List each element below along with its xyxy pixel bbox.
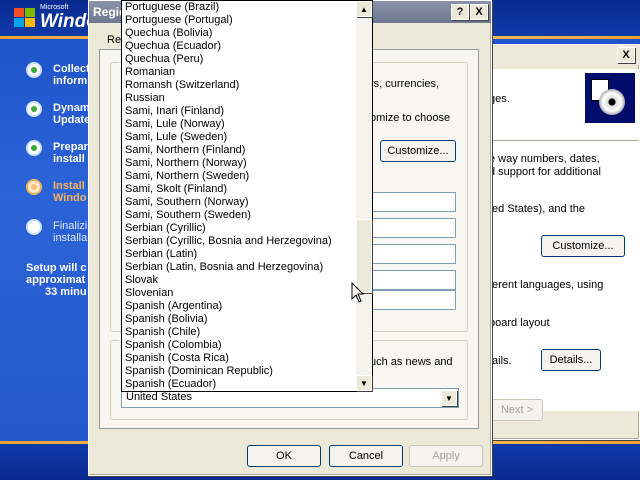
location-description: uch as news and [370, 356, 453, 368]
dropdown-options: Portuguese (Brazil) Portuguese (Portugal)… [122, 1, 356, 391]
apply-button[interactable]: Apply [409, 445, 483, 467]
dropdown-option[interactable]: Slovak [122, 274, 356, 287]
dropdown-option[interactable]: Sami, Lule (Norway) [122, 118, 356, 131]
wizard-text-line: e way numbers, dates, [489, 153, 600, 165]
scroll-down-icon[interactable]: ▼ [356, 375, 372, 391]
setup-step-finalizing: Finalizi installa [26, 219, 96, 249]
wizard-content: ges. e way numbers, dates, d support for… [489, 69, 639, 411]
dropdown-option[interactable]: Sami, Southern (Norway) [122, 196, 356, 209]
dropdown-option[interactable]: Sami, Southern (Sweden) [122, 209, 356, 222]
close-icon[interactable]: X [617, 47, 635, 63]
step-complete-icon [26, 101, 42, 117]
step-line-1: Collect [53, 63, 90, 75]
dropdown-option[interactable]: Romansh (Switzerland) [122, 79, 356, 92]
cancel-button[interactable]: Cancel [329, 445, 403, 467]
ok-button[interactable]: OK [247, 445, 321, 467]
wizard-text-line: ferent languages, using [489, 279, 604, 291]
step-line-2: installa [53, 232, 88, 244]
eta-line-2: approximat [26, 274, 86, 286]
step-complete-icon [26, 140, 42, 156]
dropdown-option[interactable]: Sami, Lule (Sweden) [122, 131, 356, 144]
sample-currency-field [372, 218, 456, 238]
chevron-down-icon[interactable]: ▼ [441, 390, 457, 406]
step-line-1: Finalizi [53, 220, 88, 232]
dropdown-option[interactable]: Serbian (Latin, Bosnia and Herzegovina) [122, 261, 356, 274]
step-line-1: Prepar [53, 141, 88, 153]
close-icon[interactable]: X [470, 4, 488, 20]
regional-options-wizard-page: X ges. e way numbers, dates, d support f… [488, 44, 640, 440]
dropdown-option[interactable]: Spanish (Argentina) [122, 300, 356, 313]
sample-number-field [372, 192, 456, 212]
dropdown-option[interactable]: Spanish (Costa Rica) [122, 352, 356, 365]
step-pending-icon [26, 219, 42, 235]
dropdown-option[interactable]: Spanish (Dominican Republic) [122, 365, 356, 378]
wizard-text-line: d support for additional [489, 166, 601, 178]
eta-line-3: 33 minu [45, 286, 87, 298]
step-line-1: Dynam [53, 102, 90, 114]
setup-step-dynamic-update: Dynam Update [26, 101, 96, 131]
setup-cd-icon [585, 73, 635, 123]
location-select-value: United States [126, 391, 193, 403]
dropdown-option[interactable]: Serbian (Latin) [122, 248, 356, 261]
dropdown-option[interactable]: Serbian (Cyrillic) [122, 222, 356, 235]
dropdown-option[interactable]: Quechua (Ecuador) [122, 40, 356, 53]
step-line-2: Windo [53, 192, 87, 204]
dropdown-option[interactable]: Spanish (Ecuador) [122, 378, 356, 391]
help-icon[interactable]: ? [451, 4, 469, 20]
setup-time-remaining: Setup will c approximat 33 minu [26, 262, 87, 298]
dropdown-option[interactable]: Sami, Inari (Finland) [122, 105, 356, 118]
step-line-1: Install [53, 180, 85, 192]
dropdown-option[interactable]: Slovenian [122, 287, 356, 300]
dropdown-scrollbar[interactable]: ▲ ▼ [356, 1, 372, 391]
wizard-text-line: board layout [489, 317, 550, 329]
dropdown-option[interactable]: Russian [122, 92, 356, 105]
customize-regional-button[interactable]: Customize... [541, 235, 625, 257]
details-button[interactable]: Details... [541, 349, 601, 371]
customize-button[interactable]: Customize... [380, 140, 456, 162]
wizard-text-line: ted States), and the [489, 203, 586, 215]
dropdown-option[interactable]: Spanish (Bolivia) [122, 313, 356, 326]
dropdown-option[interactable]: Spanish (Colombia) [122, 339, 356, 352]
logo-microsoft-text: Microsoft [40, 4, 69, 11]
dropdown-option[interactable]: Sami, Northern (Norway) [122, 157, 356, 170]
wizard-titlebar: X [489, 45, 640, 65]
next-button[interactable]: Next > [491, 399, 543, 421]
wizard-banner: ges. [489, 69, 639, 141]
step-line-2: install [53, 153, 85, 165]
step-line-2: inform [53, 75, 88, 87]
dropdown-option[interactable]: Portuguese (Brazil) [122, 1, 356, 14]
dropdown-option[interactable]: Sami, Northern (Finland) [122, 144, 356, 157]
eta-line-1: Setup will c [26, 262, 87, 274]
windows-flag-icon [14, 8, 36, 28]
setup-step-installing: Install Windo [26, 179, 96, 209]
dropdown-option[interactable]: Quechua (Bolivia) [122, 27, 356, 40]
dropdown-option[interactable]: Sami, Northern (Sweden) [122, 170, 356, 183]
setup-step-collecting: Collect inform [26, 62, 96, 92]
setup-step-preparing: Prepar install [26, 140, 96, 170]
dropdown-option[interactable]: Spanish (Chile) [122, 326, 356, 339]
sample-short-date-field [372, 270, 456, 290]
sample-long-date-field [372, 290, 456, 310]
dropdown-option[interactable]: Romanian [122, 66, 356, 79]
step-complete-icon [26, 62, 42, 78]
dropdown-option[interactable]: Sami, Skolt (Finland) [122, 183, 356, 196]
dropdown-option[interactable]: Serbian (Cyrillic, Bosnia and Herzegovin… [122, 235, 356, 248]
step-current-icon [26, 179, 42, 195]
scroll-up-icon[interactable]: ▲ [356, 1, 372, 17]
step-line-2: Update [53, 114, 91, 126]
standards-description: rs, currencies, [370, 78, 440, 90]
location-dropdown-list[interactable]: Portuguese (Brazil) Portuguese (Portugal)… [121, 0, 373, 392]
standards-description: omize to choose [370, 112, 451, 124]
mouse-pointer-icon [351, 282, 365, 303]
dropdown-option[interactable]: Portuguese (Portugal) [122, 14, 356, 27]
sample-time-field [372, 244, 456, 264]
dropdown-option[interactable]: Quechua (Peru) [122, 53, 356, 66]
